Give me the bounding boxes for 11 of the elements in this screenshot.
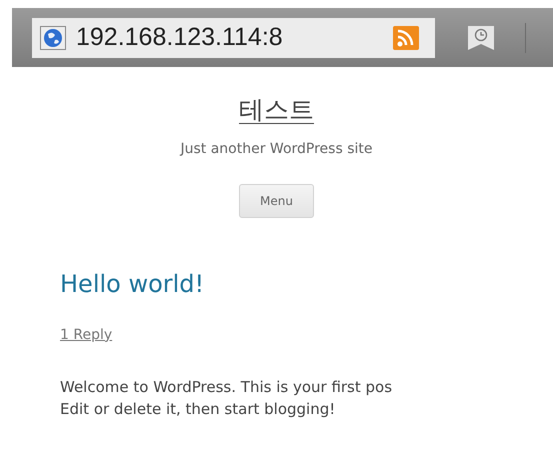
site-title[interactable]: 테스트: [239, 95, 314, 125]
replies-link[interactable]: 1 Reply: [60, 324, 112, 346]
site-tagline: Just another WordPress site: [180, 140, 372, 159]
url-text: 192.168.123.114:8: [76, 25, 283, 50]
post-title[interactable]: Hello world!: [60, 270, 553, 299]
post-content: Welcome to WordPress. This is your first pos Edit or delete it, then start blogging!: [60, 376, 394, 420]
globe-icon: [40, 26, 66, 50]
menu-button[interactable]: Menu: [239, 184, 314, 218]
bookmark-icon[interactable]: [467, 24, 495, 50]
rss-icon[interactable]: [393, 26, 419, 50]
address-bar[interactable]: 192.168.123.114:8: [32, 18, 435, 58]
